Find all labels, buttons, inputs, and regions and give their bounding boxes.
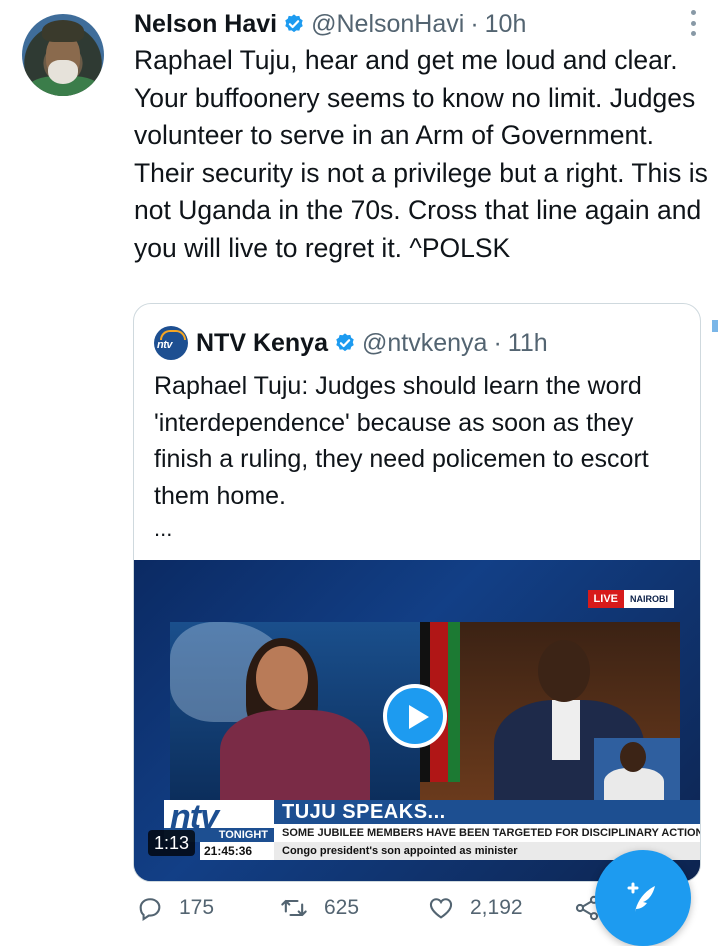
play-button[interactable] [383, 684, 447, 748]
quoted-header: ntv NTV Kenya @ntvkenya · 11h [154, 326, 548, 360]
quoted-ellipsis: ... [154, 516, 173, 541]
signer-body [604, 768, 664, 802]
quoted-time[interactable]: 11h [508, 329, 548, 358]
tweet-header: Nelson Havi @NelsonHavi · 10h [134, 6, 526, 42]
guest-head [538, 640, 590, 702]
ntv-logo-text: ntv [157, 339, 173, 351]
separator-dot: · [493, 328, 502, 357]
video-player[interactable]: LIVE NAIROBI ntv TONIGHT TUJU SPEAKS... … [134, 560, 700, 881]
author-handle[interactable]: @NelsonHavi [311, 10, 464, 39]
more-icon[interactable] [686, 10, 700, 36]
signer-head [620, 742, 646, 772]
scroll-indicator [712, 320, 718, 332]
like-icon [429, 898, 453, 919]
avatar-beard [48, 60, 78, 84]
retweet-button[interactable]: 625 [278, 894, 359, 922]
quoted-tweet[interactable]: ntv NTV Kenya @ntvkenya · 11h Raphael Tu… [133, 303, 701, 882]
play-icon [409, 705, 429, 729]
live-label: LIVE [587, 590, 624, 608]
quoted-author-name[interactable]: NTV Kenya [196, 329, 328, 358]
retweet-count: 625 [324, 896, 360, 919]
video-subheadline: SOME JUBILEE MEMBERS HAVE BEEN TARGETED … [274, 824, 700, 842]
live-badge: LIVE NAIROBI [587, 590, 674, 608]
author-name[interactable]: Nelson Havi [134, 10, 277, 39]
quoted-text: Raphael Tuju: Judges should learn the wo… [154, 372, 649, 510]
video-clock: 21:45:36 [200, 842, 274, 860]
quoted-author-handle[interactable]: @ntvkenya [362, 329, 487, 358]
lower-third: ntv TONIGHT TUJU SPEAKS... SOME JUBILEE … [134, 798, 700, 860]
reply-count: 175 [179, 896, 215, 919]
anchor-head [256, 646, 308, 710]
ntv-avatar[interactable]: ntv [154, 326, 188, 360]
tweet-text: Raphael Tuju, hear and get me loud and c… [134, 45, 708, 263]
guest-shirt [552, 700, 580, 760]
verified-icon [336, 333, 354, 352]
video-duration: 1:13 [148, 830, 196, 856]
avatar-hat [42, 20, 84, 42]
video-headline: TUJU SPEAKS... [274, 800, 700, 824]
compose-button[interactable] [595, 850, 691, 946]
like-button[interactable]: 2,192 [426, 894, 523, 922]
separator-dot: · [470, 9, 479, 38]
location-label: NAIROBI [624, 590, 674, 608]
tweet-time[interactable]: 10h [485, 10, 527, 39]
anchor-body [220, 710, 370, 810]
verified-icon [285, 14, 303, 33]
like-count: 2,192 [470, 896, 523, 919]
reply-icon [139, 898, 161, 922]
reply-button[interactable]: 175 [135, 894, 214, 922]
retweet-icon [281, 899, 307, 917]
author-avatar[interactable] [22, 14, 104, 96]
compose-icon [627, 882, 655, 912]
